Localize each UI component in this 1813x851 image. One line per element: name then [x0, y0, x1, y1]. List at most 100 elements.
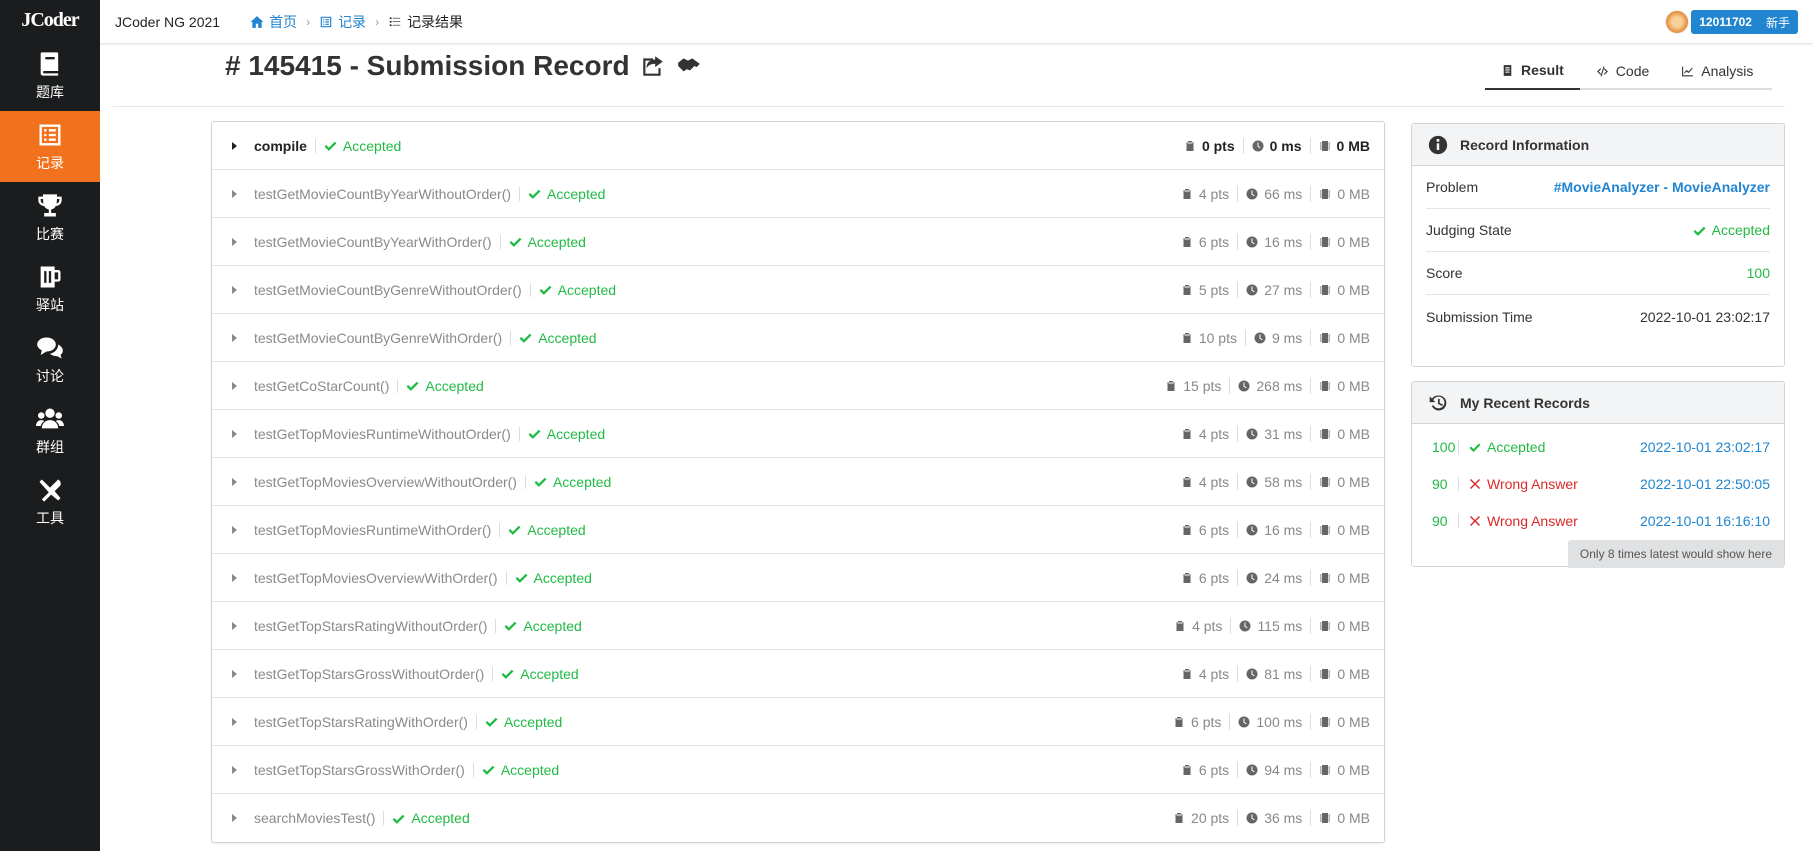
tab-code[interactable]: Code — [1580, 52, 1665, 90]
breadcrumb-item-1[interactable]: 记录 — [319, 12, 366, 32]
info-value[interactable]: #MovieAnalyzer - MovieAnalyzer — [1554, 179, 1770, 195]
expand-caret-icon[interactable] — [232, 525, 237, 534]
microchip-icon — [1320, 476, 1331, 487]
tab-result[interactable]: Result — [1485, 52, 1580, 90]
score-value: 4 pts — [1198, 425, 1230, 442]
expand-caret-icon[interactable] — [232, 814, 237, 822]
score-value: 6 pts — [1191, 713, 1222, 730]
recent-record-row[interactable]: 90 Wrong Answer 2022-10-01 22:50:05 — [1412, 465, 1784, 502]
clock-icon — [1254, 332, 1266, 343]
recent-record-row[interactable]: 100 Accepted 2022-10-01 23:02:17 — [1412, 428, 1784, 465]
test-case-name: testGetTopMoviesRuntimeWithoutOrder() — [254, 425, 511, 442]
breadcrumb-label: 记录结果 — [407, 13, 464, 30]
test-case-row[interactable]: searchMoviesTest() Accepted 20 pts 36 ms 0 M… — [212, 794, 1384, 842]
divider — [1458, 476, 1459, 491]
test-case-name: testGetMovieCountByGenreWithoutOrder() — [254, 281, 522, 298]
test-case-row[interactable]: testGetMovieCountByGenreWithOrder() Accep… — [212, 314, 1384, 362]
test-case-row[interactable]: testGetCoStarCount() Accepted 15 pts 268 ms… — [212, 362, 1384, 410]
test-case-row[interactable]: testGetTopStarsGrossWithoutOrder() Accept… — [212, 650, 1384, 698]
expand-caret-icon[interactable] — [232, 381, 237, 390]
test-case-name: testGetMovieCountByGenreWithOrder() — [254, 329, 503, 346]
avatar[interactable] — [1665, 10, 1690, 34]
breadcrumb-item-0[interactable]: 首页 — [250, 12, 297, 32]
expand-caret-icon[interactable] — [232, 669, 237, 678]
logo[interactable]: JCoder — [0, 0, 100, 40]
sidebar-item-3[interactable]: 驿站 — [0, 253, 100, 324]
memory-value: 0 MB — [1337, 569, 1370, 586]
test-case-row[interactable]: testGetTopMoviesRuntimeWithOrder() Accept… — [212, 506, 1384, 554]
microchip-icon — [1320, 284, 1331, 295]
expand-caret-icon[interactable] — [232, 477, 237, 486]
sidebar-item-6[interactable]: 工具 — [0, 466, 100, 537]
clipboard-check-icon — [1176, 620, 1184, 631]
expand-caret-icon[interactable] — [232, 765, 237, 774]
expand-caret-icon[interactable] — [232, 333, 237, 342]
sidebar-item-5[interactable]: 群组 — [0, 395, 100, 466]
time-value: 66 ms — [1264, 185, 1303, 202]
expand-caret-icon[interactable] — [232, 717, 237, 726]
handshake-icon[interactable] — [676, 53, 702, 79]
divider — [1230, 617, 1232, 634]
test-verdict: Accepted — [509, 234, 586, 250]
info-row: Judging State Accepted — [1426, 209, 1770, 252]
test-case-row[interactable]: testGetTopMoviesOverviewWithOrder() Accep… — [212, 554, 1384, 602]
memory-value: 0 MB — [1337, 665, 1370, 682]
expand-caret-icon[interactable] — [232, 429, 237, 438]
test-case-row[interactable]: testGetMovieCountByYearWithoutOrder() Acc… — [212, 170, 1384, 218]
memory-stat: 0 MB — [1319, 570, 1370, 586]
expand-caret-icon[interactable] — [232, 573, 237, 582]
verdict-label: Accepted — [538, 329, 597, 346]
recent-time-link[interactable]: 2022-10-01 22:50:05 — [1640, 476, 1770, 492]
test-case-row[interactable]: testGetTopStarsGrossWithOrder() Accepted 6… — [212, 746, 1384, 794]
time-stat: 66 ms — [1246, 186, 1302, 202]
site-title[interactable]: JCoder NG 2021 — [115, 14, 220, 30]
clipboard-check-icon — [1175, 716, 1183, 727]
test-case-row[interactable]: testGetTopMoviesRuntimeWithoutOrder() Acc… — [212, 410, 1384, 458]
memory-stat: 0 MB — [1319, 762, 1370, 778]
clock-icon — [1252, 140, 1264, 151]
test-case-row[interactable]: testGetTopStarsRatingWithOrder() Accepted… — [212, 698, 1384, 746]
memory-value: 0 MB — [1337, 521, 1370, 538]
test-case-row[interactable]: testGetTopMoviesOverviewWithoutOrder() Ac… — [212, 458, 1384, 506]
sidebar-item-2[interactable]: 比赛 — [0, 182, 100, 253]
sidebar-item-1[interactable]: 记录 — [0, 111, 100, 182]
microchip-icon — [1320, 524, 1331, 535]
users-icon — [36, 408, 64, 428]
share-icon[interactable] — [640, 53, 666, 79]
expand-caret-icon[interactable] — [232, 621, 237, 630]
time-value: 100 ms — [1256, 713, 1303, 730]
recent-time-link[interactable]: 2022-10-01 16:16:10 — [1640, 513, 1770, 529]
test-case-row[interactable]: testGetMovieCountByGenreWithoutOrder() Ac… — [212, 266, 1384, 314]
sidebar-item-4[interactable]: 讨论 — [0, 324, 100, 395]
divider — [529, 282, 531, 297]
tab-analysis[interactable]: Analysis — [1665, 52, 1769, 90]
test-case-name: testGetTopMoviesRuntimeWithOrder() — [254, 521, 492, 538]
clock-icon — [1246, 188, 1258, 199]
test-case-name: testGetTopStarsGrossWithOrder() — [254, 761, 465, 778]
sidebar-item-label: 题库 — [36, 84, 64, 101]
expand-caret-icon[interactable] — [232, 189, 237, 198]
score-value: 15 pts — [1183, 377, 1222, 394]
info-label: Problem — [1426, 179, 1479, 195]
clock-icon — [1238, 716, 1250, 727]
test-stats: 4 pts 66 ms 0 MB — [1181, 185, 1370, 202]
recent-verdict-label: Wrong Answer — [1487, 512, 1578, 529]
test-case-row[interactable]: compile Accepted 0 pts 0 ms 0 MB — [212, 122, 1384, 170]
divider — [495, 618, 497, 633]
expand-caret-icon[interactable] — [232, 141, 237, 150]
time-value: 24 ms — [1264, 569, 1303, 586]
test-case-row[interactable]: testGetMovieCountByYearWithOrder() Accept… — [212, 218, 1384, 266]
breadcrumb-separator: › — [375, 14, 380, 29]
sidebar-item-0[interactable]: 题库 — [0, 40, 100, 111]
score-stat: 6 pts — [1181, 522, 1229, 538]
recent-record-row[interactable]: 90 Wrong Answer 2022-10-01 16:16:10 — [1412, 502, 1784, 539]
recent-time-link[interactable]: 2022-10-01 23:02:17 — [1640, 439, 1770, 455]
test-case-row[interactable]: testGetTopStarsRatingWithoutOrder() Accep… — [212, 602, 1384, 650]
tools-icon — [39, 479, 61, 502]
user-badge[interactable]: 12011702 新手 — [1691, 10, 1798, 34]
test-case-name: compile — [254, 137, 307, 154]
expand-caret-icon[interactable] — [232, 285, 237, 294]
user-menu[interactable]: 12011702 新手 — [1665, 10, 1798, 34]
clock-icon — [1246, 572, 1258, 583]
expand-caret-icon[interactable] — [232, 237, 237, 246]
